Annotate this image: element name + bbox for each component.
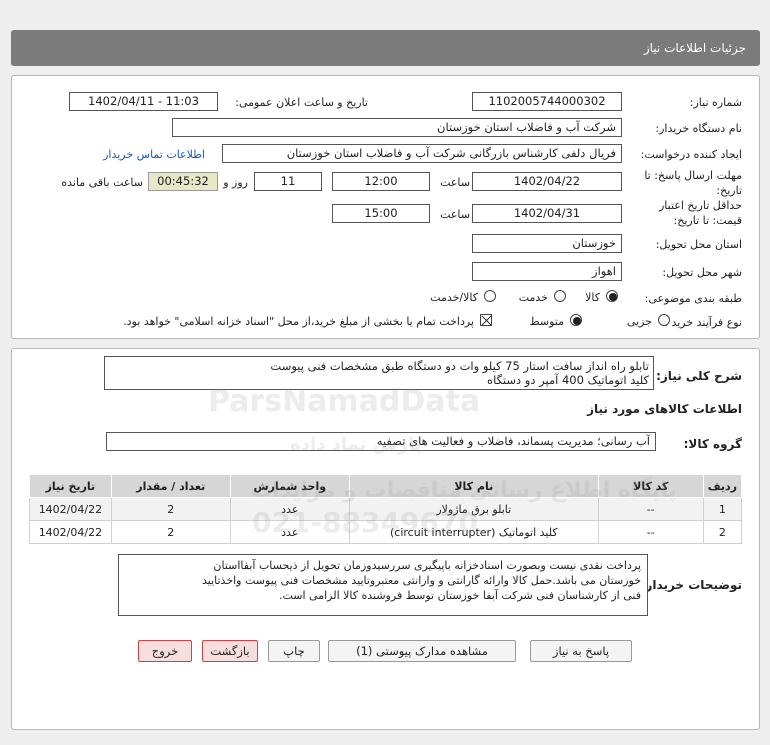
cell-name: تابلو برق ماژولار — [348, 497, 599, 521]
cell-code: -- — [597, 520, 704, 544]
table-row: 1 -- تابلو برق ماژولار عدد 2 1402/04/22 — [29, 497, 743, 521]
buyer-notes-line-2: خوزستان می باشد.حمل کالا وارائه گارانتی … — [201, 574, 641, 587]
creator-label: ایجاد کننده درخواست: — [640, 148, 742, 161]
deadline-label: مهلت ارسال پاسخ: تا تاریخ: — [644, 169, 742, 197]
days-label: روز و — [223, 176, 248, 189]
process-minor-radio[interactable] — [658, 314, 670, 326]
deadline-time-field: 12:00 — [332, 172, 430, 191]
reply-button[interactable]: پاسخ به نیاز — [530, 640, 632, 662]
announce-field: 1402/04/11 - 11:03 — [69, 92, 218, 111]
col-date: تاریخ نیاز — [29, 474, 112, 498]
description-label: شرح کلی نیاز: — [656, 369, 742, 383]
need-number-field: 1102005744000302 — [472, 92, 622, 111]
cell-date: 1402/04/22 — [29, 520, 112, 544]
process-minor-label: جزیی — [626, 315, 652, 328]
cell-row: 2 — [702, 520, 743, 544]
cell-qty: 2 — [110, 520, 231, 544]
announce-label: تاریخ و ساعت اعلان عمومی: — [235, 96, 368, 109]
buyer-notes-line-1: پرداخت نقدی نیست وبصورت اسنادخزانه باپیگ… — [213, 559, 641, 572]
cell-unit: عدد — [229, 497, 350, 521]
col-qty: تعداد / مقدار — [110, 474, 231, 498]
creator-field: فریال دلفی کارشناس بازرگانی شرکت آب و فا… — [222, 144, 622, 163]
category-goods-radio[interactable] — [606, 290, 618, 302]
process-medium-label: متوسط — [529, 315, 564, 328]
days-field: 11 — [254, 172, 322, 191]
back-button[interactable]: بازگشت — [202, 640, 258, 662]
deadline-date-field: 1402/04/22 — [472, 172, 622, 191]
col-row: ردیف — [702, 474, 743, 498]
goods-section-title: اطلاعات کالاهای مورد نیاز — [587, 402, 742, 416]
deadline-time-label: ساعت — [440, 176, 470, 189]
table-row: 2 -- کلید اتوماتیک (circuit interrupter)… — [29, 520, 743, 544]
description-line-1: تابلو راه انداز سافت استار 75 کیلو وات د… — [270, 359, 649, 373]
print-button[interactable]: چاپ — [268, 640, 320, 662]
cell-qty: 2 — [110, 497, 231, 521]
buyer-org-label: نام دستگاه خریدار: — [655, 122, 742, 135]
process-medium-radio[interactable] — [570, 314, 582, 326]
treasury-checkbox[interactable] — [480, 314, 492, 326]
city-label: شهر محل تحویل: — [662, 266, 742, 279]
city-field: اهواز — [472, 262, 622, 281]
col-name: نام کالا — [348, 474, 599, 498]
category-label: طبقه بندی موضوعی: — [644, 292, 742, 305]
remaining-time-field: 00:45:32 — [148, 172, 218, 191]
goods-group-label: گروه کالا: — [683, 437, 742, 451]
col-code: کد کالا — [597, 474, 704, 498]
province-field: خوزستان — [472, 234, 622, 253]
attachments-button[interactable]: مشاهده مدارک پیوستی (1) — [328, 640, 516, 662]
validity-time-label: ساعت — [440, 208, 470, 221]
validity-time-field: 15:00 — [332, 204, 430, 223]
buyer-org-field: شرکت آب و فاضلاب استان خوزستان — [172, 118, 622, 137]
category-goods-service-label: کالا/خدمت — [430, 291, 478, 304]
buyer-notes-box: پرداخت نقدی نیست وبصورت اسنادخزانه باپیگ… — [118, 554, 648, 616]
buyer-notes-label: توضیحات خریدار: — [640, 578, 742, 592]
description-box: تابلو راه انداز سافت استار 75 کیلو وات د… — [104, 356, 654, 390]
buyer-contact-link[interactable]: اطلاعات تماس خریدار — [103, 148, 205, 161]
category-service-radio[interactable] — [554, 290, 566, 302]
goods-table: ردیف کد کالا نام کالا واحد شمارش تعداد /… — [29, 474, 743, 544]
goods-group-field: آب رسانی؛ مدیریت پسماند، فاضلاب و فعالیت… — [106, 432, 656, 451]
goods-table-header: ردیف کد کالا نام کالا واحد شمارش تعداد /… — [29, 474, 743, 498]
cell-date: 1402/04/22 — [29, 497, 112, 521]
cell-code: -- — [597, 497, 704, 521]
buyer-notes-line-3: فنی از کارشناسان فنی شرکت آبفا خوزستان ت… — [278, 589, 641, 602]
exit-button[interactable]: خروج — [138, 640, 192, 662]
page-title: جزئیات اطلاعات نیاز — [11, 30, 760, 66]
treasury-note: پرداخت تمام یا بخشی از مبلغ خرید،از محل … — [123, 315, 474, 328]
category-goods-label: کالا — [585, 291, 600, 304]
category-goods-service-radio[interactable] — [484, 290, 496, 302]
validity-label: حداقل تاریخ اعتبار قیمت: تا تاریخ: — [658, 199, 742, 227]
col-unit: واحد شمارش — [229, 474, 350, 498]
cell-row: 1 — [702, 497, 743, 521]
remaining-label: ساعت باقی مانده — [61, 176, 143, 189]
validity-date-field: 1402/04/31 — [472, 204, 622, 223]
province-label: استان محل تحویل: — [655, 238, 742, 251]
description-line-2: کلید اتوماتیک 400 آمپر دو دستگاه — [487, 373, 649, 387]
process-label: نوع فرآیند خرید : — [664, 316, 742, 329]
cell-name: کلید اتوماتیک (circuit interrupter) — [348, 520, 599, 544]
category-service-label: خدمت — [518, 291, 548, 304]
need-number-label: شماره نیاز: — [689, 96, 742, 109]
cell-unit: عدد — [229, 520, 350, 544]
